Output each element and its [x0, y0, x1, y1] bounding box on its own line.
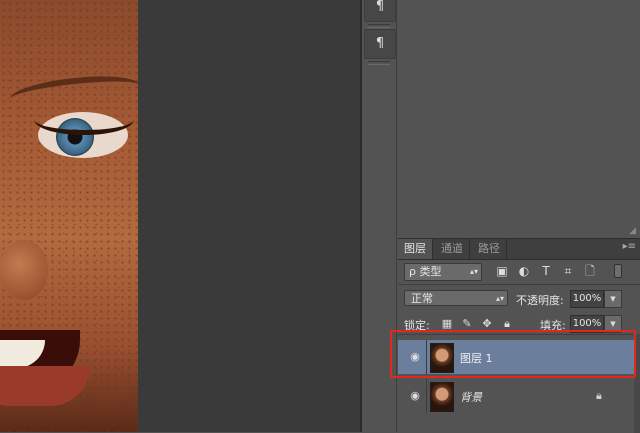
- select-arrows-icon: ▴▾: [495, 294, 504, 303]
- tab-paths[interactable]: 路径: [472, 239, 507, 259]
- strip-grip[interactable]: [368, 24, 390, 28]
- select-arrows-icon: ▴▾: [469, 267, 478, 276]
- layer-filter-select[interactable]: ρ 类型 ▴▾: [404, 263, 482, 281]
- photo-eyelid: [34, 104, 134, 135]
- tab-channels[interactable]: 通道: [435, 239, 470, 259]
- smart-object-filter-icon[interactable]: 🗋: [582, 263, 598, 279]
- pasteboard: [138, 0, 360, 432]
- panel-separator: [398, 284, 640, 285]
- upper-panel: ◢: [398, 0, 640, 238]
- resize-grip-icon[interactable]: ◢: [629, 226, 636, 236]
- visibility-eye-icon[interactable]: ◉: [408, 389, 422, 403]
- shape-filter-icon[interactable]: ⌗: [560, 263, 576, 279]
- opacity-dropdown[interactable]: ▼: [604, 290, 622, 308]
- adjustment-filter-icon[interactable]: ◐: [516, 263, 532, 279]
- paragraph-style-icon[interactable]: ¶: [364, 29, 396, 59]
- canvas-photo[interactable]: [0, 0, 138, 432]
- opacity-input[interactable]: 100%: [570, 290, 604, 308]
- layer-row-background[interactable]: ◉ 背景 🔒︎: [398, 379, 634, 413]
- opacity-label: 不透明度:: [516, 294, 564, 307]
- layer-thumbnail: [430, 382, 454, 412]
- search-icon: ρ: [409, 265, 416, 278]
- layer-filter-label: 类型: [419, 265, 442, 278]
- filter-toggle[interactable]: [614, 264, 622, 278]
- lock-position-icon[interactable]: ✥: [480, 317, 494, 331]
- photo-nose: [0, 240, 48, 300]
- lock-image-icon[interactable]: ✎: [460, 317, 474, 331]
- panel-menu-icon[interactable]: ▸≡: [623, 241, 636, 252]
- highlight-annotation-box: [390, 330, 636, 378]
- layer-name[interactable]: 背景: [460, 389, 482, 405]
- tab-layers[interactable]: 图层: [398, 239, 433, 259]
- type-filter-icon[interactable]: T: [538, 263, 554, 279]
- lock-transparent-icon[interactable]: ▦: [440, 317, 454, 331]
- row-separator: [426, 379, 427, 413]
- paragraph-icon[interactable]: ¶: [364, 0, 396, 22]
- blend-mode-select[interactable]: 正常 ▴▾: [404, 290, 508, 306]
- layer-lock-icon: 🔒︎: [596, 389, 602, 402]
- lock-all-icon[interactable]: 🔒︎: [500, 317, 514, 331]
- blend-mode-value: 正常: [411, 292, 433, 305]
- pixel-filter-icon[interactable]: ▣: [494, 263, 510, 279]
- strip-grip[interactable]: [368, 61, 390, 65]
- layers-tabbar: 图层 通道 路径 ▸≡: [398, 239, 640, 260]
